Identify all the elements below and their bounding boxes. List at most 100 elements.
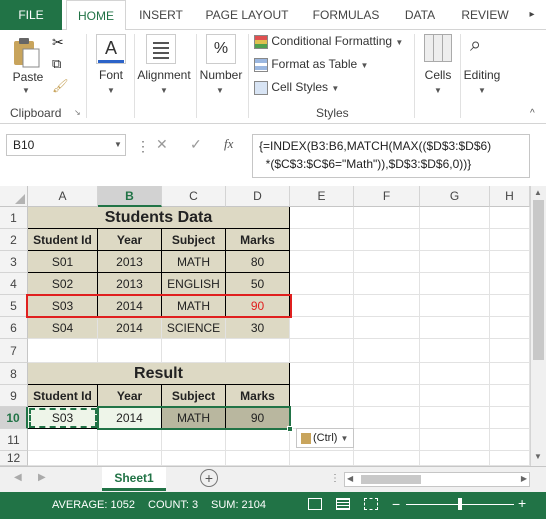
worksheet-grid[interactable]: ABCDEFGH 1 2 3 4 5 6 7 8 9 10 11 12 Students Data St… <box>0 186 530 466</box>
student-cell[interactable]: 2013 <box>98 273 162 295</box>
editing-dropdown-icon[interactable]: ▼ <box>478 86 486 95</box>
more-tabs-icon[interactable]: ▸ <box>522 0 542 30</box>
vertical-scrollbar[interactable]: ▲ ▼ <box>530 186 546 466</box>
column-header-f[interactable]: F <box>354 186 420 207</box>
format-as-table-button[interactable]: Format as Table ▼ <box>254 57 368 72</box>
alignment-button-label[interactable]: Alignment <box>134 68 194 82</box>
paste-options-button[interactable]: (Ctrl) ▼ <box>296 428 354 448</box>
empty-cell[interactable] <box>490 229 530 251</box>
table-header-cell[interactable]: Year <box>98 229 162 251</box>
tab-file[interactable]: FILE <box>0 0 62 30</box>
format-painter-icon[interactable]: 🖌 <box>52 78 69 94</box>
empty-cell[interactable] <box>290 295 354 317</box>
students-data-title[interactable]: Students Data <box>28 207 290 229</box>
student-cell[interactable]: MATH <box>162 251 226 273</box>
font-button-label[interactable]: Font <box>92 68 130 82</box>
horizontal-scroll-thumb[interactable] <box>361 475 421 484</box>
tab-page-layout[interactable]: PAGE LAYOUT <box>196 0 298 30</box>
empty-cell[interactable] <box>354 451 420 466</box>
table-header-cell[interactable]: Marks <box>226 229 290 251</box>
student-cell[interactable]: ENGLISH <box>162 273 226 295</box>
empty-cell[interactable] <box>162 317 226 339</box>
tab-split-grip-icon[interactable]: ⋮ <box>330 473 340 484</box>
empty-cell[interactable] <box>354 339 420 363</box>
tab-home[interactable]: HOME <box>66 0 126 31</box>
empty-cell[interactable] <box>290 385 354 407</box>
result-header-cell[interactable]: Marks <box>226 385 290 407</box>
empty-cell[interactable] <box>290 407 354 429</box>
vertical-scroll-thumb[interactable] <box>533 200 544 360</box>
column-header-h[interactable]: H <box>490 186 530 207</box>
result-cell[interactable]: S03 <box>28 407 98 429</box>
empty-cell[interactable] <box>226 317 290 339</box>
add-sheet-icon[interactable]: + <box>200 469 218 487</box>
empty-cell[interactable] <box>162 429 226 451</box>
empty-cell[interactable] <box>354 273 420 295</box>
result-cell[interactable]: 90 <box>226 407 290 429</box>
zoom-out-icon[interactable]: − <box>392 496 400 512</box>
empty-cell[interactable] <box>162 339 226 363</box>
empty-cell[interactable] <box>420 207 490 229</box>
paste-dropdown-icon[interactable]: ▼ <box>22 86 30 95</box>
empty-cell[interactable] <box>420 429 490 451</box>
row-header-12[interactable]: 12 <box>0 451 28 466</box>
row-header-7[interactable]: 7 <box>0 339 28 363</box>
empty-cell[interactable] <box>490 339 530 363</box>
result-title[interactable]: Result <box>28 363 290 385</box>
row-header-5[interactable]: 5 <box>0 295 28 317</box>
row-header-2[interactable]: 2 <box>0 229 28 251</box>
empty-cell[interactable] <box>290 317 354 339</box>
select-all-corner[interactable] <box>0 186 28 207</box>
row-header-4[interactable]: 4 <box>0 273 28 295</box>
empty-cell[interactable] <box>28 317 98 339</box>
empty-cell[interactable] <box>290 363 354 385</box>
font-dropdown-icon[interactable]: ▼ <box>107 86 115 95</box>
empty-cell[interactable] <box>420 251 490 273</box>
page-break-view-icon[interactable] <box>364 498 378 510</box>
empty-cell[interactable] <box>162 451 226 466</box>
empty-cell[interactable] <box>28 451 98 466</box>
tab-insert[interactable]: INSERT <box>130 0 192 30</box>
empty-cell[interactable] <box>354 429 420 451</box>
empty-cell[interactable] <box>98 317 162 339</box>
empty-cell[interactable] <box>354 207 420 229</box>
empty-cell[interactable] <box>420 363 490 385</box>
row-header-10[interactable]: 10 <box>0 407 28 429</box>
empty-cell[interactable] <box>354 229 420 251</box>
student-cell[interactable]: 80 <box>226 251 290 273</box>
tab-data[interactable]: DATA <box>394 0 446 30</box>
empty-cell[interactable] <box>490 273 530 295</box>
empty-cell[interactable] <box>420 295 490 317</box>
table-header-cell[interactable]: Subject <box>162 229 226 251</box>
cells-dropdown-icon[interactable]: ▼ <box>434 86 442 95</box>
alignment-icon[interactable] <box>146 34 176 64</box>
sheet-tab-sheet1[interactable]: Sheet1 <box>102 467 166 491</box>
empty-cell[interactable] <box>420 229 490 251</box>
empty-cell[interactable] <box>98 339 162 363</box>
student-cell[interactable]: 2013 <box>98 251 162 273</box>
empty-cell[interactable] <box>290 251 354 273</box>
student-cell[interactable]: 2014 <box>98 295 162 317</box>
cut-icon[interactable]: ✂ <box>52 34 64 51</box>
sheet-prev-icon[interactable]: ◀ <box>14 472 22 483</box>
empty-cell[interactable] <box>354 295 420 317</box>
empty-cell[interactable] <box>354 251 420 273</box>
empty-cell[interactable] <box>98 451 162 466</box>
student-cell[interactable]: 50 <box>226 273 290 295</box>
column-header-g[interactable]: G <box>420 186 490 207</box>
copy-icon[interactable]: ⧉ <box>52 56 61 72</box>
name-box-dropdown-icon[interactable]: ▼ <box>114 140 122 149</box>
formula-input[interactable]: {=INDEX(B3:B6,MATCH(MAX(($D$3:$D$6) *($C… <box>252 134 530 178</box>
paste-label[interactable]: Paste <box>10 70 46 84</box>
result-header-cell[interactable]: Subject <box>162 385 226 407</box>
empty-cell[interactable] <box>490 207 530 229</box>
empty-cell[interactable] <box>490 429 530 451</box>
column-header-a[interactable]: A <box>28 186 98 207</box>
normal-view-icon[interactable] <box>308 498 322 510</box>
alignment-dropdown-icon[interactable]: ▼ <box>160 86 168 95</box>
row-header-8[interactable]: 8 <box>0 363 28 385</box>
empty-cell[interactable] <box>28 429 98 451</box>
column-header-e[interactable]: E <box>290 186 354 207</box>
row-header-11[interactable]: 11 <box>0 429 28 451</box>
empty-cell[interactable] <box>420 273 490 295</box>
